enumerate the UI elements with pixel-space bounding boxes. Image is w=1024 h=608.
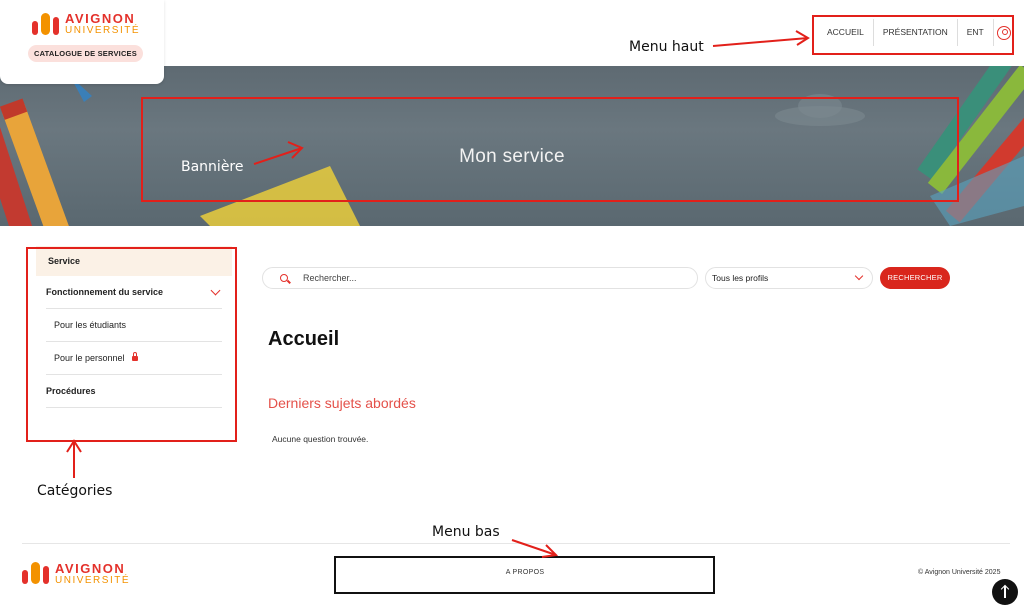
annotation-categories: Catégories	[37, 483, 113, 499]
logo-mark-icon	[32, 13, 59, 35]
back-to-top-button[interactable]	[992, 579, 1018, 605]
logo-line1: AVIGNON	[65, 11, 136, 26]
empty-message: Aucune question trouvée.	[272, 434, 369, 444]
page-title: Accueil	[268, 328, 340, 350]
annotation-menu-bas: Menu bas	[432, 524, 500, 540]
search-input[interactable]	[301, 272, 661, 284]
annotation-box-banniere	[141, 97, 959, 202]
profile-select-value: Tous les profils	[712, 273, 769, 283]
footer-logo[interactable]: AVIGNON UNIVERSITÉ	[22, 562, 130, 586]
annotation-box-categories	[26, 247, 237, 442]
annotation-box-menu-bas	[334, 556, 715, 594]
logo-mark-icon	[22, 562, 49, 584]
annotation-menu-haut: Menu haut	[629, 39, 704, 55]
footer-divider	[22, 543, 1010, 544]
annotation-box-menu-haut	[812, 15, 1014, 55]
search-bar	[262, 267, 698, 289]
copyright: © Avignon Université 2025	[918, 569, 1001, 576]
logo-line2: UNIVERSITÉ	[65, 25, 141, 36]
chevron-down-icon	[854, 271, 864, 281]
header-logo-box: AVIGNON UNIVERSITÉ CATALOGUE DE SERVICES	[0, 0, 164, 84]
catalogue-badge[interactable]: CATALOGUE DE SERVICES	[28, 45, 143, 62]
search-icon	[280, 274, 288, 282]
profile-select[interactable]: Tous les profils	[705, 267, 873, 289]
arrow-menu-haut	[712, 30, 810, 47]
arrow-categories	[66, 439, 82, 478]
footer-logo-line1: AVIGNON	[55, 561, 126, 576]
search-button[interactable]: RECHERCHER	[880, 267, 950, 289]
section-subtitle: Derniers sujets abordés	[268, 395, 416, 411]
university-logo[interactable]: AVIGNON UNIVERSITÉ	[32, 12, 140, 36]
footer-logo-line2: UNIVERSITÉ	[55, 575, 131, 586]
annotation-banniere: Bannière	[181, 159, 244, 175]
